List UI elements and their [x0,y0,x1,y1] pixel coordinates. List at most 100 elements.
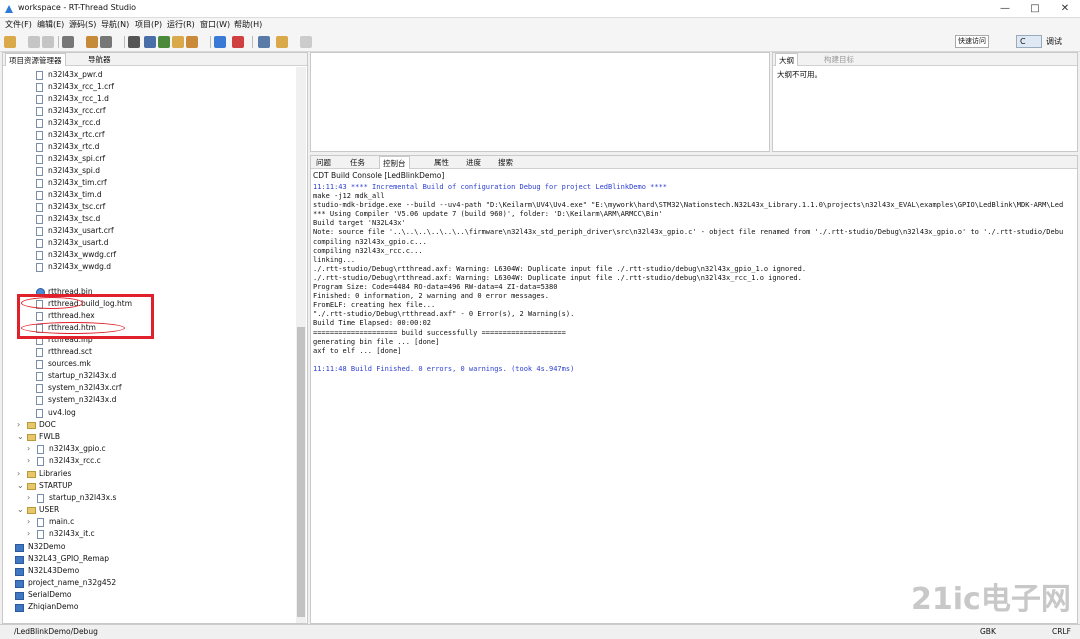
explorer-scrollbar[interactable] [296,67,306,623]
console-line: linking... [313,255,356,264]
outline-panel: 大纲 构建目标 大纲不可用。 [772,52,1078,152]
list-item[interactable]: n32l43x_spi.d [36,165,100,177]
list-item[interactable]: n32l43x_usart.d [36,237,109,249]
list-item[interactable]: n32l43x_tim.d [36,189,102,201]
list-item[interactable]: › main.c [27,516,74,528]
list-item[interactable]: n32l43x_tim.crf [36,177,107,189]
project-tree: n32l43x_pwr.d n32l43x_rcc_1.crf n32l43x_… [3,67,297,623]
tab-outline[interactable]: 大纲 [775,53,798,66]
back-icon[interactable] [276,36,288,48]
save-icon[interactable] [28,36,40,48]
explorer-tabbar: 项目资源管理器 导航器 [3,53,307,66]
tab-search[interactable]: 搜索 [495,156,516,169]
main-toolbar: 快速访问 C 调试 [0,32,1080,52]
console-panel: 问题 任务 控制台 属性 进度 搜索 CDT Build Console [Le… [310,155,1078,624]
list-item[interactable]: n32l43x_spi.crf [36,153,105,165]
list-item[interactable]: › n32l43x_gpio.c [27,443,106,455]
clean-icon[interactable] [86,36,98,48]
sdk-icon[interactable] [158,36,170,48]
console-tabbar: 问题 任务 控制台 属性 进度 搜索 [311,156,1077,169]
menu-source[interactable]: 源码(S) [67,19,98,30]
perspective-c-button[interactable]: C [1016,35,1042,48]
list-item[interactable]: n32l43x_rtc.d [36,141,99,153]
perspective-debug-button[interactable]: 调试 [1046,35,1076,48]
list-item[interactable]: n32l43x_usart.crf [36,225,114,237]
outline-tabbar: 大纲 构建目标 [773,53,1077,66]
list-item[interactable]: n32l43x_rcc.d [36,117,100,129]
tab-console[interactable]: 控制台 [379,156,410,169]
project-item[interactable]: N32L43Demo [15,565,79,577]
tools-icon[interactable] [100,36,112,48]
title-bar: workspace - RT-Thread Studio — □ ✕ [0,0,1080,18]
console-line: ./.rtt-studio/Debug\rtthread.axf: Warnin… [313,273,802,282]
list-item[interactable]: n32l43x_rcc.crf [36,105,106,117]
console-line: Program Size: Code=4484 RO-data=496 RW-d… [313,283,558,292]
menu-window[interactable]: 窗口(W) [198,19,232,30]
settings-icon[interactable] [144,36,156,48]
status-path: /LedBlinkDemo/Debug [14,627,98,636]
menu-navigate[interactable]: 导航(N) [99,19,131,30]
list-item[interactable]: n32l43x_tsc.d [36,213,100,225]
list-item[interactable]: n32l43x_rcc_1.d [36,93,109,105]
project-item[interactable]: project_name_n32g452 [15,577,116,589]
list-item[interactable]: sources.mk [36,358,91,370]
scrollbar-thumb[interactable] [297,327,305,617]
menu-file[interactable]: 文件(F) [3,19,34,30]
list-item[interactable]: uv4.log [36,407,76,419]
folder-startup[interactable]: ⌄ STARTUP [17,480,72,492]
tab-progress[interactable]: 进度 [463,156,484,169]
package-icon[interactable] [172,36,184,48]
console-line: studio-mdk-bridge.exe --build --uv4-path… [313,201,1064,210]
menu-edit[interactable]: 编辑(E) [35,19,66,30]
folder-fwlb[interactable]: ⌄ FWLB [17,431,60,443]
list-item[interactable]: system_n32l43x.crf [36,382,121,394]
tab-problems[interactable]: 问题 [313,156,334,169]
app-logo-icon [5,5,13,13]
menu-help[interactable]: 帮助(H) [232,19,264,30]
minimize-button[interactable]: — [990,0,1020,18]
project-item[interactable]: N32Demo [15,541,65,553]
project-item[interactable]: SerialDemo [15,589,72,601]
folder-doc[interactable]: › DOC [17,419,56,431]
quick-access-button[interactable]: 快速访问 [955,35,989,48]
download-icon[interactable] [186,36,198,48]
terminal-icon[interactable] [258,36,270,48]
list-item[interactable]: › n32l43x_it.c [27,528,95,540]
list-item[interactable]: n32l43x_wwdg.d [36,261,111,273]
tab-tasks[interactable]: 任务 [347,156,368,169]
list-item[interactable]: n32l43x_rtc.crf [36,129,105,141]
list-item[interactable]: n32l43x_rcc_1.crf [36,81,114,93]
tab-build-targets[interactable]: 构建目标 [821,53,857,66]
list-item[interactable]: n32l43x_pwr.d [36,69,103,81]
close-button[interactable]: ✕ [1050,0,1080,18]
editor-area [310,52,770,152]
debug-icon[interactable] [214,36,226,48]
menu-project[interactable]: 项目(P) [133,19,164,30]
list-item[interactable]: n32l43x_wwdg.crf [36,249,116,261]
list-item[interactable]: › startup_n32l43x.s [27,492,116,504]
list-item[interactable]: system_n32l43x.d [36,394,116,406]
list-item[interactable]: startup_n32l43x.d [36,370,116,382]
console-icon[interactable] [128,36,140,48]
project-item[interactable]: N32L43_GPIO_Remap [15,553,109,565]
new-icon[interactable] [4,36,16,48]
maximize-button[interactable]: □ [1020,0,1050,18]
save-all-icon[interactable] [42,36,54,48]
build-hammer-icon[interactable] [62,36,74,48]
console-line: Build target 'N32L43x' [313,219,406,228]
list-item[interactable]: n32l43x_tsc.crf [36,201,105,213]
stop-icon[interactable] [232,36,244,48]
list-item[interactable]: › n32l43x_rcc.c [27,455,101,467]
console-line: generating bin file ... [done] [313,337,440,346]
console-output: 11:11:43 **** Incremental Build of confi… [313,183,1073,374]
tab-navigator[interactable]: 导航器 [85,53,114,66]
forward-icon[interactable] [300,36,312,48]
tab-project-explorer[interactable]: 项目资源管理器 [5,53,66,66]
menu-run[interactable]: 运行(R) [165,19,197,30]
folder-user[interactable]: ⌄ USER [17,504,59,516]
tab-properties[interactable]: 属性 [431,156,452,169]
list-item[interactable]: rtthread.sct [36,346,92,358]
project-item[interactable]: ZhiqianDemo [15,601,78,613]
folder-libraries[interactable]: › Libraries [17,468,71,480]
